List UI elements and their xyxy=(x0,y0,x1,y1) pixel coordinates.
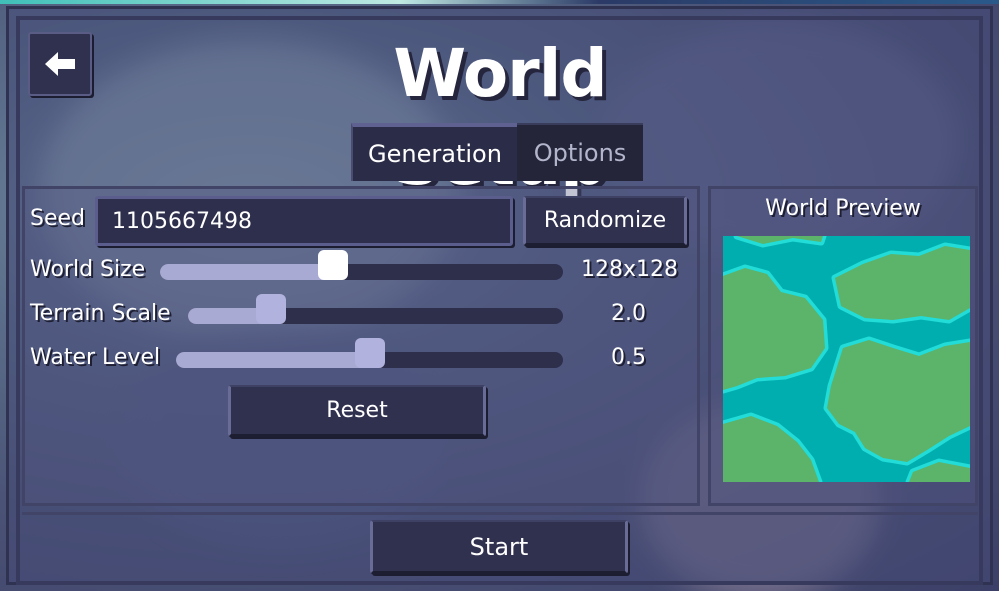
terrain-scale-value: 2.0 xyxy=(611,301,646,326)
world-preview-map xyxy=(723,236,970,482)
world-preview-title: World Preview xyxy=(765,196,921,221)
tab-bar: Generation Options xyxy=(351,123,643,181)
water-level-slider-handle[interactable] xyxy=(355,338,385,368)
background-strip xyxy=(0,0,999,4)
start-button[interactable]: Start xyxy=(370,520,628,574)
water-level-label: Water Level xyxy=(30,345,161,370)
tab-options[interactable]: Options xyxy=(517,123,643,181)
randomize-button[interactable]: Randomize xyxy=(523,196,687,246)
world-size-slider-handle[interactable] xyxy=(318,250,348,280)
world-size-label: World Size xyxy=(30,257,146,282)
world-size-slider-fill xyxy=(160,264,333,280)
water-level-value: 0.5 xyxy=(611,345,646,370)
world-size-slider[interactable] xyxy=(160,250,563,280)
tab-generation[interactable]: Generation xyxy=(351,123,517,181)
terrain-scale-label: Terrain Scale xyxy=(30,301,171,326)
seed-label: Seed xyxy=(30,206,85,231)
world-size-value: 128x128 xyxy=(580,257,678,282)
terrain-scale-slider-handle[interactable] xyxy=(256,294,286,324)
back-button[interactable] xyxy=(28,32,92,96)
reset-button[interactable]: Reset xyxy=(228,385,486,437)
water-level-slider-fill xyxy=(176,352,370,368)
water-level-slider[interactable] xyxy=(176,338,563,368)
terrain-scale-slider[interactable] xyxy=(188,294,563,324)
arrow-left-icon xyxy=(45,52,75,76)
seed-input[interactable] xyxy=(95,196,513,246)
